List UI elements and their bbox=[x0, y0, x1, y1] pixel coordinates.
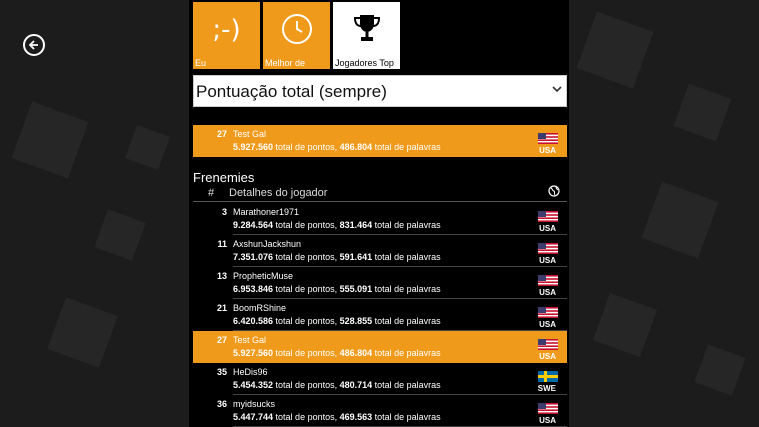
frenemy-row[interactable]: 21 BoomRShine 6.420.586 total de pontos, 5… bbox=[193, 299, 567, 331]
player-rank: 21 bbox=[216, 303, 227, 313]
my-country: USA bbox=[539, 146, 556, 155]
player-stats: 5.447.744 total de pontos, 469.563 total… bbox=[233, 412, 441, 422]
frenemy-row[interactable]: 11 AxshunJackshun 7.351.076 total de ponto… bbox=[193, 235, 567, 267]
player-stats: 5.454.352 total de pontos, 480.714 total… bbox=[233, 380, 441, 390]
header-divider bbox=[193, 201, 567, 202]
clock-icon bbox=[281, 14, 312, 44]
leaderboard-panel: ;-) Eu Melhor de Jogadores Top Pontuação… bbox=[189, 0, 569, 427]
player-country: USA bbox=[539, 224, 556, 233]
tile-top-players-label: Jogadores Top bbox=[335, 58, 394, 68]
frenemy-row[interactable]: 27 Test Gal 5.927.560 total de pontos, 486… bbox=[193, 331, 567, 363]
player-name: Marathoner1971 bbox=[233, 207, 300, 217]
frenemy-row[interactable]: 3 Marathoner1971 9.284.564 total de pontos… bbox=[193, 203, 567, 235]
smiley-icon: ;-) bbox=[212, 15, 241, 45]
usa-flag-icon bbox=[538, 403, 558, 414]
usa-flag-icon bbox=[538, 133, 558, 144]
trophy-icon bbox=[353, 15, 380, 41]
frenemy-row[interactable]: 13 PropheticMuse 6.953.846 total de pontos… bbox=[193, 267, 567, 299]
player-stats: 6.420.586 total de pontos, 528.855 total… bbox=[233, 316, 441, 326]
player-name: BoomRShine bbox=[233, 303, 287, 313]
player-rank: 3 bbox=[221, 207, 227, 217]
player-stats: 9.284.564 total de pontos, 831.464 total… bbox=[233, 220, 441, 230]
player-stats: 5.927.560 total de pontos, 486.804 total… bbox=[233, 348, 441, 358]
player-rank: 36 bbox=[216, 399, 227, 409]
my-stats: 5.927.560 total de pontos, 486.804 total… bbox=[233, 142, 441, 152]
usa-flag-icon bbox=[538, 211, 558, 222]
player-name: Test Gal bbox=[233, 335, 267, 345]
category-tiles: ;-) Eu Melhor de Jogadores Top bbox=[193, 2, 400, 69]
chevron-down-icon bbox=[552, 86, 562, 93]
player-rank: 11 bbox=[217, 239, 227, 249]
player-country: SWE bbox=[537, 384, 556, 393]
my-rank: 27 bbox=[216, 129, 227, 139]
player-name: PropheticMuse bbox=[233, 271, 294, 281]
tile-best-of[interactable]: Melhor de bbox=[263, 2, 330, 69]
my-ranking-row[interactable]: 27 Test Gal 5.927.560 total de pontos, 4… bbox=[193, 125, 567, 157]
player-country: USA bbox=[539, 256, 556, 265]
player-stats: 7.351.076 total de pontos, 591.641 total… bbox=[233, 252, 441, 262]
usa-flag-icon bbox=[538, 275, 558, 286]
player-rank: 27 bbox=[216, 335, 227, 345]
back-button[interactable] bbox=[23, 34, 45, 56]
player-stats: 6.953.846 total de pontos, 555.091 total… bbox=[233, 284, 441, 294]
usa-flag-icon bbox=[538, 307, 558, 318]
tile-me-label: Eu bbox=[195, 58, 207, 68]
player-country: USA bbox=[539, 288, 556, 297]
frenemies-title: Frenemies bbox=[193, 170, 255, 185]
tile-best-of-label: Melhor de bbox=[265, 58, 306, 68]
player-name: HeDis96 bbox=[233, 367, 268, 377]
player-name: AxshunJackshun bbox=[233, 239, 302, 249]
column-rank-header: # bbox=[208, 187, 215, 199]
tile-me[interactable]: ;-) Eu bbox=[193, 2, 260, 69]
player-name: myidsucks bbox=[233, 399, 276, 409]
tile-top-players[interactable]: Jogadores Top bbox=[333, 2, 400, 69]
player-country: USA bbox=[539, 352, 556, 361]
player-country: USA bbox=[539, 416, 556, 425]
globe-icon bbox=[548, 185, 560, 197]
back-arrow-icon bbox=[28, 40, 38, 50]
column-details-header: Detalhes do jogador bbox=[229, 187, 328, 199]
player-country: USA bbox=[539, 320, 556, 329]
player-rank: 35 bbox=[216, 367, 227, 377]
frenemy-row[interactable]: 35 HeDis96 5.454.352 total de pontos, 480.… bbox=[193, 363, 567, 395]
usa-flag-icon bbox=[538, 243, 558, 254]
score-filter-select[interactable]: Pontuação total (sempre) bbox=[193, 75, 567, 107]
score-filter-value: Pontuação total (sempre) bbox=[196, 82, 387, 101]
my-name: Test Gal bbox=[233, 129, 267, 139]
player-rank: 13 bbox=[216, 271, 227, 281]
sweden-flag-icon bbox=[538, 371, 558, 382]
usa-flag-icon bbox=[538, 339, 558, 350]
frenemies-list: 3 Marathoner1971 9.284.564 total de pontos… bbox=[193, 203, 567, 427]
frenemy-row[interactable]: 36 myidsucks 5.447.744 total de pontos, 46… bbox=[193, 395, 567, 427]
